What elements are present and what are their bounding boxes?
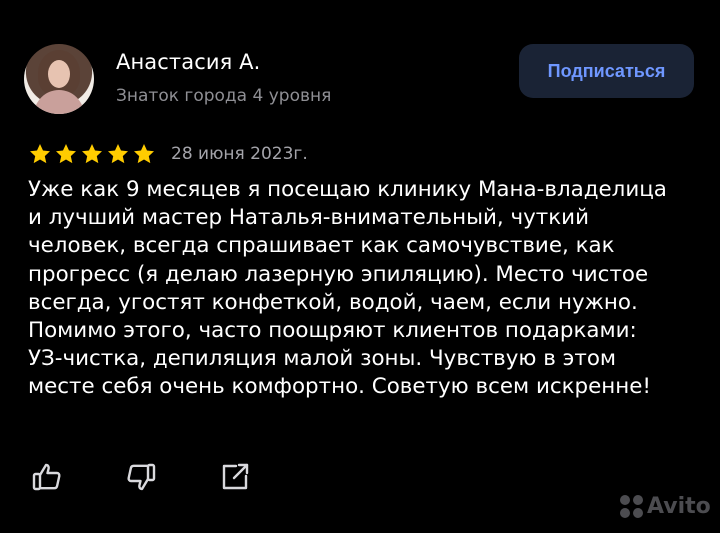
review-actions xyxy=(28,458,254,496)
avatar[interactable] xyxy=(24,44,94,114)
rating-row: 28 июня 2023г. xyxy=(28,142,308,166)
avito-watermark: Avito xyxy=(620,490,711,522)
thumbs-down-icon xyxy=(127,463,156,491)
star-icon xyxy=(134,144,154,164)
star-icon xyxy=(108,144,128,164)
reviewer-name[interactable]: Анастасия А. xyxy=(116,50,260,74)
review-text: Уже как 9 месяцев я посещаю клинику Мана… xyxy=(28,177,667,400)
star-icon xyxy=(30,144,50,164)
share-button[interactable] xyxy=(216,458,254,496)
avatar-body xyxy=(34,90,84,114)
like-button[interactable] xyxy=(28,458,66,496)
dislike-button[interactable] xyxy=(122,458,160,496)
subscribe-button[interactable]: Подписаться xyxy=(519,44,694,98)
avito-watermark-text: Avito xyxy=(647,493,711,519)
thumbs-up-icon xyxy=(32,463,61,491)
share-icon xyxy=(222,463,249,490)
star-icon xyxy=(56,144,76,164)
star-rating xyxy=(28,142,156,166)
review-header: Анастасия А. Знаток города 4 уровня Подп… xyxy=(24,40,696,116)
star-icon xyxy=(82,144,102,164)
review-date: 28 июня 2023г. xyxy=(171,144,308,164)
reviewer-subtitle: Знаток города 4 уровня xyxy=(116,86,332,106)
avatar-face xyxy=(48,60,70,88)
avito-logo-icon xyxy=(620,494,643,518)
